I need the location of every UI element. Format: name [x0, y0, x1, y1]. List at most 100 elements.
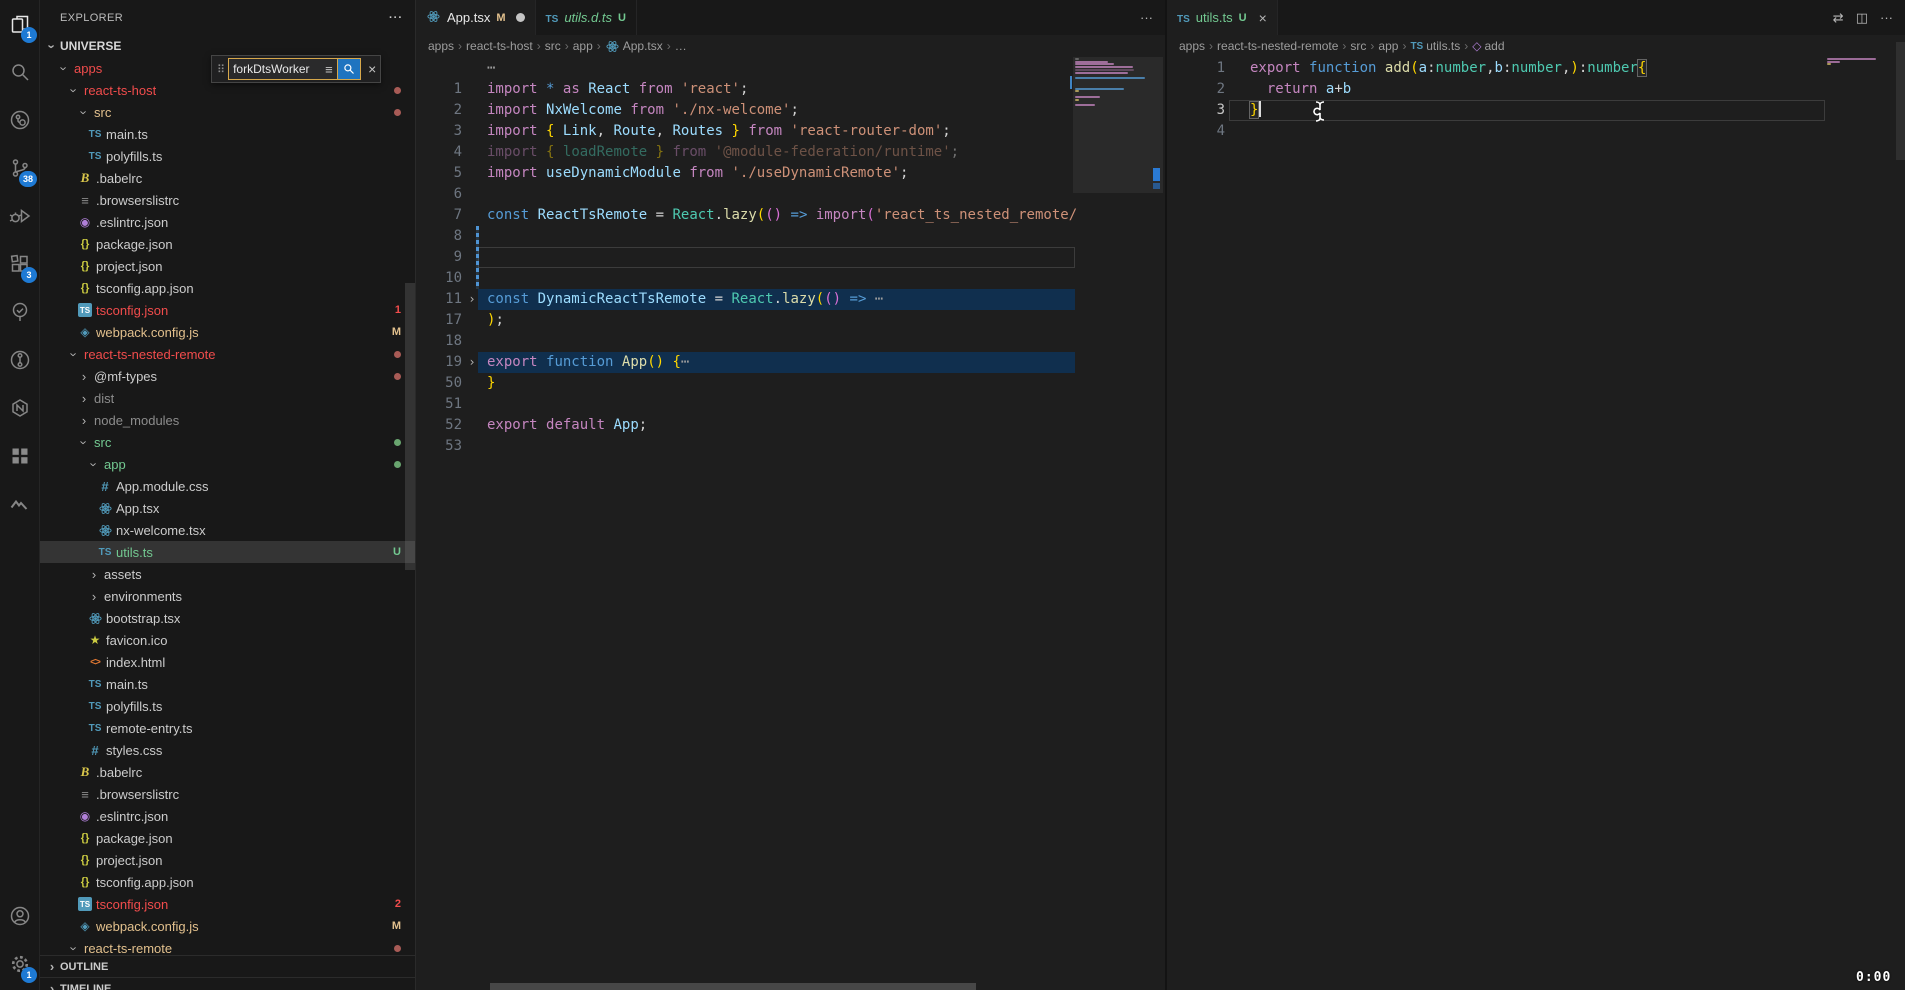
activitybar-run-debug-icon[interactable] [0, 192, 40, 240]
activitybar-testing-icon[interactable] [0, 288, 40, 336]
breadcrumb-item[interactable]: App.tsx [605, 39, 663, 54]
breadcrumb-item[interactable]: react-ts-host [466, 39, 533, 53]
tree-item-app-module-css[interactable]: #App.module.css [40, 475, 415, 497]
breadcrumb-item[interactable]: src [1350, 39, 1366, 53]
code-line-7[interactable]: 7const ReactTsRemote = React.lazy(() => … [416, 205, 1165, 226]
tree-item-polyfills-ts[interactable]: TSpolyfills.ts [40, 695, 415, 717]
tree-item-remote-entry-ts[interactable]: TSremote-entry.ts [40, 717, 415, 739]
code-line-2[interactable]: 2import NxWelcome from './nx-welcome'; [416, 100, 1165, 121]
tree-item-webpack-config-js[interactable]: ◈webpack.config.jsM [40, 915, 415, 937]
code-line-5[interactable]: 5import useDynamicModule from './useDyna… [416, 163, 1165, 184]
tree-item-utils-ts[interactable]: TSutils.tsU [40, 541, 415, 563]
tree-item-webpack-config-js[interactable]: ◈webpack.config.jsM [40, 321, 415, 343]
tab-app-tsx[interactable]: App.tsxM [416, 0, 536, 35]
activitybar-search-icon[interactable] [0, 48, 40, 96]
tree-item-project-json[interactable]: {}project.json [40, 255, 415, 277]
activitybar-settings-icon[interactable]: 1 [0, 940, 40, 988]
activitybar-explorer-icon[interactable]: 1 [0, 0, 40, 48]
tree-item-polyfills-ts[interactable]: TSpolyfills.ts [40, 145, 415, 167]
breadcrumb-item[interactable]: … [675, 39, 687, 53]
code-line-1[interactable]: 1export function add(a:number,b:number,)… [1167, 58, 1905, 79]
close-icon[interactable]: × [1259, 10, 1267, 26]
tree-filter-input[interactable] [229, 62, 321, 76]
tree-item-bootstrap-tsx[interactable]: bootstrap.tsx [40, 607, 415, 629]
tree-item-app-tsx[interactable]: App.tsx [40, 497, 415, 519]
tree-item-react-ts-nested-remote[interactable]: ›react-ts-nested-remote [40, 343, 415, 365]
tree-item-tsconfig-json[interactable]: TStsconfig.json1 [40, 299, 415, 321]
breadcrumb-item[interactable]: react-ts-nested-remote [1217, 39, 1338, 53]
code-line-10[interactable]: 10 [416, 268, 1165, 289]
tree-item--eslintrc-json[interactable]: ◉.eslintrc.json [40, 805, 415, 827]
code-line-52[interactable]: 52export default App; [416, 415, 1165, 436]
outline-section-header[interactable]: › OUTLINE [40, 955, 415, 977]
code-line-51[interactable]: 51 [416, 394, 1165, 415]
breadcrumb-item[interactable]: src [545, 39, 561, 53]
drag-grip-icon[interactable]: ⠿ [217, 63, 225, 76]
explorer-more-actions-button[interactable]: ··· [389, 12, 403, 24]
code-line-53[interactable]: 53 [416, 436, 1165, 457]
filter-search-toggle-button[interactable] [337, 58, 361, 80]
code-line-50[interactable]: 50} [416, 373, 1165, 394]
timeline-section-header[interactable]: › TIMELINE [40, 977, 415, 990]
activitybar-extensions-icon[interactable]: 3 [0, 240, 40, 288]
tree-item--browserslistrc[interactable]: ≡.browserslistrc [40, 189, 415, 211]
breadcrumb-item[interactable]: apps [428, 39, 454, 53]
code-line-8[interactable]: 8 [416, 226, 1165, 247]
code-line-4[interactable]: 4import { loadRemote } from '@module-fed… [416, 142, 1165, 163]
code-line-1[interactable]: 1import * as React from 'react'; [416, 79, 1165, 100]
split-editor-action-icon[interactable]: ◫ [1856, 10, 1868, 26]
workspace-root-row[interactable]: › UNIVERSE [40, 35, 415, 57]
tree-item-assets[interactable]: ›assets [40, 563, 415, 585]
activitybar-circle-branch-icon[interactable] [0, 96, 40, 144]
code-line-3[interactable]: 3} [1167, 100, 1905, 121]
filter-lines-icon[interactable]: ≡ [321, 62, 337, 77]
compare-editor-action-icon[interactable]: ⇄ [1833, 10, 1844, 26]
tree-item-package-json[interactable]: {}package.json [40, 233, 415, 255]
code-line-19[interactable]: 19›export function App() {⋯ [416, 352, 1165, 373]
breadcrumb-item[interactable]: app [573, 39, 593, 53]
tab-utils-ts[interactable]: TSutils.tsU× [1167, 0, 1278, 35]
breadcrumb-item[interactable]: apps [1179, 39, 1205, 53]
tree-item-dist[interactable]: ›dist [40, 387, 415, 409]
tree-item-index-html[interactable]: <>index.html [40, 651, 415, 673]
activitybar-git-graph-icon[interactable] [0, 336, 40, 384]
activitybar-pulse-icon[interactable] [0, 480, 40, 528]
code-line-2[interactable]: 2 return a+b [1167, 79, 1905, 100]
tree-item--babelrc[interactable]: B.babelrc [40, 167, 415, 189]
editor-scrollbar-2[interactable] [1896, 42, 1905, 160]
tree-item-tsconfig-app-json[interactable]: {}tsconfig.app.json [40, 277, 415, 299]
code-line-fold[interactable]: ⋯ [416, 58, 1165, 79]
tree-item-styles-css[interactable]: #styles.css [40, 739, 415, 761]
tree-item-nx-welcome-tsx[interactable]: nx-welcome.tsx [40, 519, 415, 541]
code-line-9[interactable]: 9 [416, 247, 1165, 268]
activitybar-nx-console-icon[interactable] [0, 384, 40, 432]
tree-item-main-ts[interactable]: TSmain.ts [40, 123, 415, 145]
tree-item--browserslistrc[interactable]: ≡.browserslistrc [40, 783, 415, 805]
tree-item-favicon-ico[interactable]: ★favicon.ico [40, 629, 415, 651]
code-editor-app-tsx[interactable]: ⋯1import * as React from 'react';2import… [416, 57, 1165, 990]
more-editor-action-icon[interactable]: ··· [1880, 10, 1893, 25]
tree-item-package-json[interactable]: {}package.json [40, 827, 415, 849]
code-line-11[interactable]: 11›const DynamicReactTsRemote = React.la… [416, 289, 1165, 310]
sidebar-scrollbar[interactable] [405, 283, 415, 570]
code-editor-utils-ts[interactable]: 1export function add(a:number,b:number,)… [1167, 57, 1905, 990]
more-editor-action-icon[interactable]: ··· [1140, 10, 1153, 25]
tree-item-tsconfig-app-json[interactable]: {}tsconfig.app.json [40, 871, 415, 893]
tree-item-tsconfig-json[interactable]: TStsconfig.json2 [40, 893, 415, 915]
activitybar-source-control-icon[interactable]: 38 [0, 144, 40, 192]
tab-utils-d-ts[interactable]: TSutils.d.tsU [536, 0, 637, 35]
tree-item-environments[interactable]: ›environments [40, 585, 415, 607]
tree-item-app[interactable]: ›app [40, 453, 415, 475]
tree-item--babelrc[interactable]: B.babelrc [40, 761, 415, 783]
breadcrumb-item[interactable]: TSutils.ts [1410, 39, 1460, 53]
breadcrumb-item[interactable]: ◇add [1472, 39, 1504, 53]
tree-item-main-ts[interactable]: TSmain.ts [40, 673, 415, 695]
code-line-4[interactable]: 4 [1167, 121, 1905, 142]
tree-item-src[interactable]: ›src [40, 101, 415, 123]
activitybar-grid-icon[interactable] [0, 432, 40, 480]
breadcrumb-item[interactable]: app [1378, 39, 1398, 53]
code-line-3[interactable]: 3import { Link, Route, Routes } from 're… [416, 121, 1165, 142]
tree-item--eslintrc-json[interactable]: ◉.eslintrc.json [40, 211, 415, 233]
activitybar-accounts-icon[interactable] [0, 892, 40, 940]
code-line-18[interactable]: 18 [416, 331, 1165, 352]
